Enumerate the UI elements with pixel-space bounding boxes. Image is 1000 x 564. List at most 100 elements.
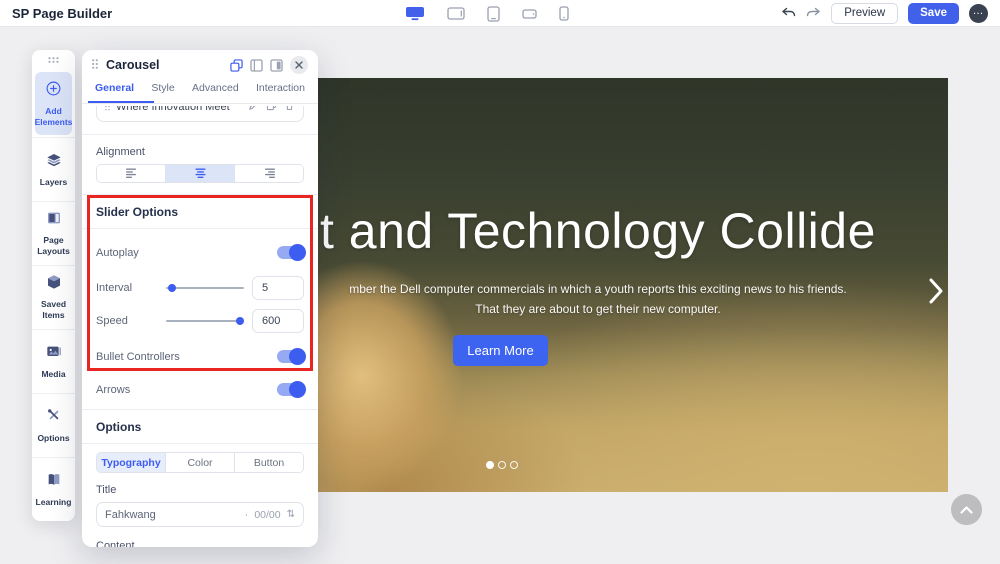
scroll-to-top-button[interactable] <box>951 494 982 525</box>
device-tablet-landscape-icon[interactable] <box>447 7 465 20</box>
app-title: SP Page Builder <box>12 6 112 21</box>
speed-slider[interactable] <box>166 320 244 322</box>
panel-drag-handle[interactable] <box>92 56 98 74</box>
sidebar-item-layers[interactable]: Layers <box>32 137 75 201</box>
save-button[interactable]: Save <box>908 3 959 24</box>
duplicate-item-icon[interactable] <box>266 106 277 116</box>
interval-row: Interval <box>96 279 304 296</box>
sidebar-item-saved-items[interactable]: SavedItems <box>32 265 75 329</box>
carousel-slide-image: t and Technology Collide mber the Dell c… <box>318 78 948 492</box>
topbar: SP Page Builder Preview Save … <box>0 0 1000 27</box>
tab-advanced[interactable]: Advanced <box>192 80 239 103</box>
tab-color[interactable]: Color <box>165 453 234 472</box>
title-label: Title <box>96 484 304 496</box>
slide-subtitle: mber the Dell computer commercials in wh… <box>318 280 898 320</box>
tab-style[interactable]: Style <box>151 80 174 103</box>
align-center-button[interactable] <box>165 165 234 182</box>
alignment-label: Alignment <box>96 146 304 158</box>
arrows-row: Arrows <box>96 381 304 398</box>
device-mobile-landscape-icon[interactable] <box>522 9 537 19</box>
item-drag-handle-icon[interactable] <box>105 106 110 116</box>
autoplay-row: Autoplay <box>96 244 304 261</box>
sidebar-drag-handle[interactable] <box>32 50 75 70</box>
sidebar-label-layers: Layers <box>40 177 67 188</box>
sidebar-label-options: Options <box>37 433 69 444</box>
delete-item-icon[interactable] <box>284 106 295 116</box>
carousel-item-row[interactable]: Where Innovation Meet <box>96 106 304 122</box>
carousel-settings-panel: Carousel General Style Advanced Interact… <box>82 50 318 547</box>
tab-button[interactable]: Button <box>234 453 303 472</box>
slide-heading: t and Technology Collide <box>320 202 876 260</box>
title-font-value: Fahkwang <box>105 509 239 521</box>
content-label: Content <box>96 540 304 547</box>
clipped-item-row-wrapper: Where Innovation Meet <box>96 106 304 123</box>
sidebar-item-page-layouts[interactable]: PageLayouts <box>32 201 75 265</box>
divider <box>82 409 318 410</box>
arrows-toggle[interactable] <box>277 383 304 396</box>
options-heading: Options <box>96 420 304 434</box>
speed-slider-thumb[interactable] <box>236 317 244 325</box>
align-right-button[interactable] <box>234 165 303 182</box>
align-left-button[interactable] <box>97 165 165 182</box>
device-desktop-icon[interactable] <box>405 6 425 21</box>
device-tablet-portrait-icon[interactable] <box>487 6 500 22</box>
add-elements-icon <box>45 80 62 102</box>
options-tab-group: Typography Color Button <box>96 452 304 473</box>
device-mobile-portrait-icon[interactable] <box>559 6 569 21</box>
interval-label: Interval <box>96 282 160 294</box>
preview-button[interactable]: Preview <box>831 3 898 24</box>
learn-more-button[interactable]: Learn More <box>453 335 548 366</box>
sidebar-label-saved: Saved <box>41 299 66 309</box>
carousel-bullet-2[interactable] <box>498 461 506 469</box>
edit-item-icon[interactable] <box>248 106 259 116</box>
duplicate-panel-icon[interactable] <box>230 59 243 72</box>
bullet-controllers-label: Bullet Controllers <box>96 351 180 363</box>
sidebar-label-page: Page <box>43 235 63 245</box>
sidebar-item-media[interactable]: Media <box>32 329 75 393</box>
divider <box>82 443 318 444</box>
tab-general[interactable]: General <box>95 80 134 103</box>
sidebar-item-options[interactable]: Options <box>32 393 75 457</box>
dock-right-icon[interactable] <box>270 59 283 72</box>
topbar-actions: Preview Save … <box>781 3 988 24</box>
sidebar-label-elements: Elements <box>35 117 73 127</box>
responsive-device-switcher <box>405 0 569 27</box>
undo-icon[interactable] <box>781 7 796 19</box>
alignment-button-group <box>96 164 304 183</box>
tab-typography[interactable]: Typography <box>97 453 165 472</box>
close-panel-icon[interactable] <box>290 56 308 74</box>
arrows-label: Arrows <box>96 384 130 396</box>
bullet-controllers-toggle[interactable] <box>277 350 304 363</box>
interval-slider[interactable] <box>166 287 244 289</box>
tab-interaction[interactable]: Interaction <box>256 80 305 103</box>
divider <box>82 134 318 135</box>
speed-label: Speed <box>96 315 160 327</box>
sidebar-item-add-elements[interactable]: AddElements <box>35 72 72 135</box>
more-options-button[interactable]: … <box>969 4 988 23</box>
redo-icon[interactable] <box>806 7 821 19</box>
divider <box>82 228 318 229</box>
sidebar-label-items: Items <box>42 310 64 320</box>
carousel-bullet-1[interactable] <box>486 461 494 469</box>
autoplay-toggle[interactable] <box>277 246 304 259</box>
dock-left-icon[interactable] <box>250 59 263 72</box>
sidebar-item-learning[interactable]: Learning <box>32 457 75 521</box>
sidebar-label-learning: Learning <box>36 497 72 508</box>
sidebar-label-layouts: Layouts <box>37 246 70 256</box>
speed-input[interactable] <box>252 309 304 333</box>
options-tools-icon <box>46 408 62 429</box>
interval-input[interactable] <box>252 276 304 300</box>
interval-slider-thumb[interactable] <box>168 284 176 292</box>
title-font-counter: 00/00 <box>254 509 280 521</box>
carousel-item-title: Where Innovation Meet <box>116 106 242 113</box>
title-font-select[interactable]: Fahkwang · 00/00 ⇅ <box>96 502 304 527</box>
panel-header: Carousel <box>82 50 318 80</box>
carousel-bullet-3[interactable] <box>510 461 518 469</box>
autoplay-label: Autoplay <box>96 247 139 259</box>
carousel-next-arrow-icon[interactable] <box>929 278 943 309</box>
builder-sidebar: AddElements Layers PageLayouts SavedItem… <box>32 50 75 521</box>
bullet-controllers-row: Bullet Controllers <box>96 348 304 365</box>
divider <box>82 194 318 195</box>
font-sort-icon[interactable]: ⇅ <box>287 509 295 520</box>
layers-icon <box>46 152 62 173</box>
